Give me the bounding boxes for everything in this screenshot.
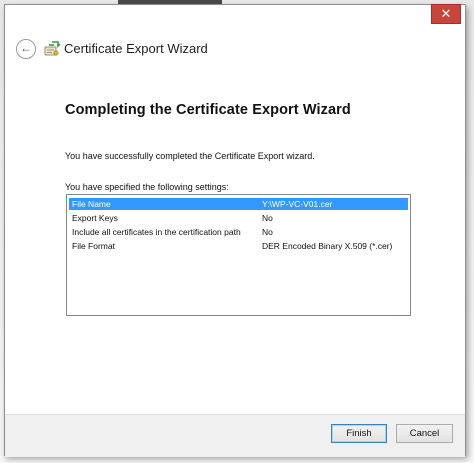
setting-name: Include all certificates in the certific… (72, 227, 241, 237)
setting-name: Export Keys (72, 213, 118, 223)
setting-name: File Name (72, 199, 111, 209)
settings-row-file-name[interactable]: File Name Y:\WP-VC-V01.cer (69, 198, 408, 210)
back-button[interactable]: ← (16, 39, 36, 59)
cancel-button[interactable]: Cancel (396, 424, 453, 443)
settings-row-export-keys[interactable]: Export Keys No (69, 212, 408, 224)
close-button[interactable]: ✕ (431, 4, 461, 24)
settings-row-file-format[interactable]: File Format DER Encoded Binary X.509 (*.… (69, 240, 408, 252)
setting-value: No (262, 213, 273, 223)
wizard-header: ← Certificate Export Wizard (5, 35, 465, 67)
wizard-dialog: ✕ ← Certificate Export Wizard Completing… (4, 4, 466, 457)
settings-label: You have specified the following setting… (65, 182, 229, 192)
success-message: You have successfully completed the Cert… (65, 151, 315, 161)
close-icon: ✕ (440, 6, 452, 21)
finish-button[interactable]: Finish (331, 424, 387, 443)
certificate-wizard-icon (44, 41, 61, 56)
setting-name: File Format (72, 241, 115, 251)
settings-list[interactable]: File Name Y:\WP-VC-V01.cer Export Keys N… (66, 194, 411, 316)
page-title: Completing the Certificate Export Wizard (65, 102, 351, 118)
setting-value: No (262, 227, 273, 237)
wizard-title: Certificate Export Wizard (64, 41, 208, 56)
settings-row-include-certificates[interactable]: Include all certificates in the certific… (69, 226, 408, 238)
setting-value: Y:\WP-VC-V01.cer (262, 199, 333, 209)
button-bar: Finish Cancel (5, 414, 465, 457)
back-arrow-icon: ← (20, 41, 32, 55)
setting-value: DER Encoded Binary X.509 (*.cer) (262, 241, 393, 251)
screen: ✕ ← Certificate Export Wizard Completing… (0, 0, 474, 463)
